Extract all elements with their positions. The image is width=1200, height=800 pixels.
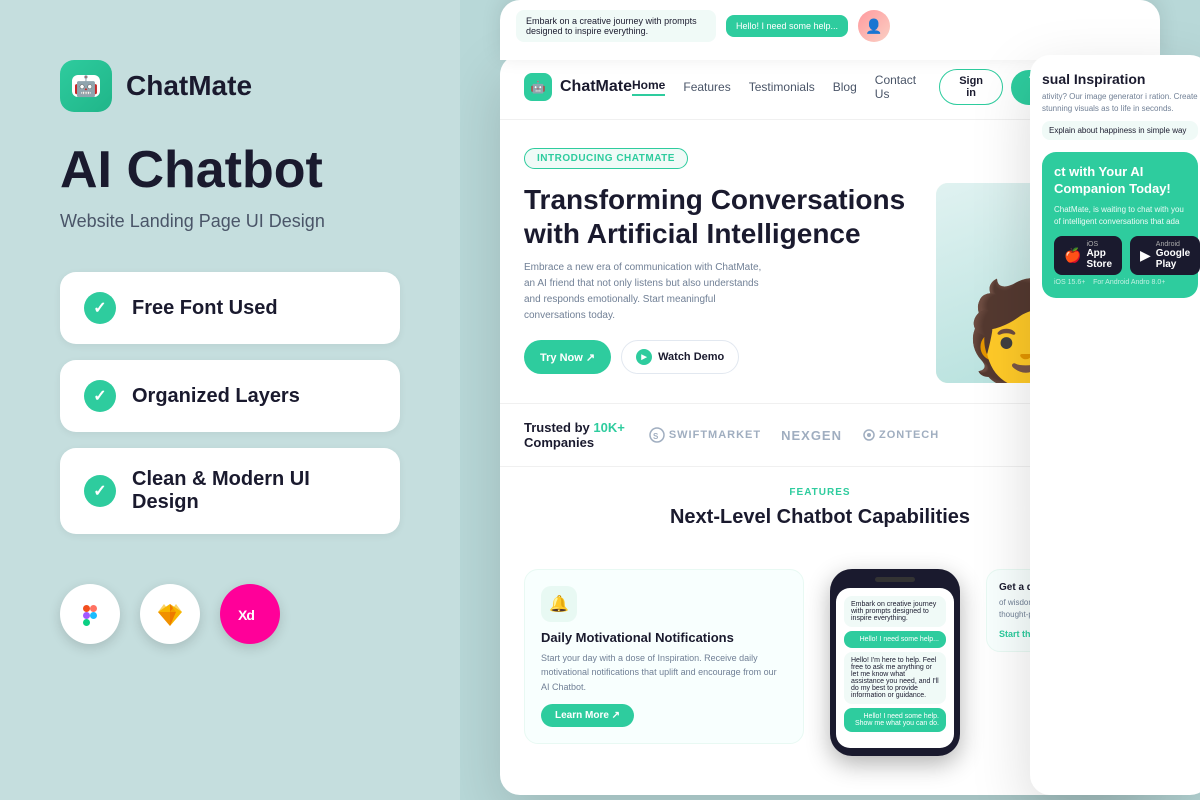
chatmate-logo-icon (60, 60, 112, 112)
android-icon: ▶ (1140, 247, 1151, 264)
chat-msg-1: Embark on creative journey with prompts … (844, 596, 946, 627)
feature-item-free-font: ✓ Free Font Used (60, 272, 400, 344)
top-bubble-2: Hello! I need some help... (726, 15, 848, 37)
hero-description: Embrace a new era of communication with … (524, 260, 764, 324)
check-icon-clean-ui: ✓ (84, 475, 116, 507)
nexgen-logo: NexGen (781, 428, 842, 443)
watch-demo-button[interactable]: ▶ Watch Demo (621, 340, 739, 374)
svg-text:S: S (653, 432, 659, 441)
feature-label-organized-layers: Organized Layers (132, 385, 300, 408)
nav-logo: 🤖 ChatMate (524, 73, 632, 101)
phone-screen: Embark on creative journey with prompts … (836, 588, 954, 748)
google-play-text: Android Google Play (1156, 241, 1190, 270)
learn-more-button[interactable]: Learn More ↗ (541, 704, 634, 727)
feature-card-title: Daily Motivational Notifications (541, 630, 787, 645)
features-badge: FEATURES (524, 487, 1116, 498)
feature-label-clean-ui: Clean & Modern UI Design (132, 468, 376, 514)
nav-links: Home Features Testimonials Blog Contact … (632, 73, 923, 101)
xd-icon: Xd (220, 584, 280, 644)
nav-link-home[interactable]: Home (632, 78, 665, 96)
feature-item-organized-layers: ✓ Organized Layers (60, 360, 400, 432)
connect-section: ct with Your AI Companion Today! ChatMat… (1042, 152, 1198, 298)
swiftmarket-logo: S SwiftMarket (649, 427, 761, 443)
user-avatar-top: 👤 (858, 10, 890, 42)
tool-icons: Xd (60, 584, 400, 644)
hero-text: Transforming Conversations with Artifici… (524, 183, 916, 374)
company-logos: S SwiftMarket NexGen ZonTech (649, 427, 939, 443)
feature-card-desc: Start your day with a dose of Inspiratio… (541, 651, 787, 694)
features-title: Next-Level Chatbot Capabilities (524, 506, 1116, 529)
phone-mockup: Embark on creative journey with prompts … (830, 569, 960, 756)
zontech-logo: ZonTech (862, 428, 939, 442)
app-store-text: iOS App Store (1086, 241, 1112, 270)
top-partial-card: Embark on a creative journey with prompt… (500, 0, 1160, 60)
nav-logo-icon: 🤖 (524, 73, 552, 101)
apple-icon: 🍎 (1064, 247, 1081, 264)
sketch-icon (140, 584, 200, 644)
visual-inspiration: sual Inspiration ativity? Our image gene… (1042, 71, 1198, 140)
hero-title: Transforming Conversations with Artifici… (524, 183, 916, 250)
google-play-badge[interactable]: ▶ Android Google Play (1130, 236, 1200, 275)
chat-msg-3: Hello! I'm here to help. Feel free to as… (844, 652, 946, 704)
nav-link-contact[interactable]: Contact Us (875, 73, 923, 101)
nav-link-features[interactable]: Features (683, 80, 730, 94)
brand-logo-area: ChatMate (60, 60, 400, 112)
feature-item-clean-ui: ✓ Clean & Modern UI Design (60, 448, 400, 534)
feature-label-free-font: Free Font Used (132, 297, 278, 320)
connect-desc: ChatMate, is waiting to chat with you of… (1054, 204, 1186, 228)
feature-list: ✓ Free Font Used ✓ Organized Layers ✓ Cl… (60, 272, 400, 534)
hero-buttons: Try Now ↗ ▶ Watch Demo (524, 340, 916, 374)
feature-card-icon: 🔔 (541, 586, 577, 622)
introducing-badge: INTRODUCING CHATMATE (524, 148, 688, 169)
phone-notch (875, 577, 915, 582)
signin-button[interactable]: Sign in (939, 69, 1004, 105)
visual-desc: ativity? Our image generator i ration. C… (1042, 91, 1198, 115)
nav-link-testimonials[interactable]: Testimonials (749, 80, 815, 94)
visual-title: sual Inspiration (1042, 71, 1198, 87)
chat-msg-2: Hello! I need some help... (844, 631, 946, 648)
app-badges: 🍎 iOS App Store ▶ Android Google Play (1054, 236, 1186, 275)
brand-name: ChatMate (126, 70, 252, 102)
left-panel: ChatMate AI Chatbot Website Landing Page… (0, 0, 460, 800)
figma-icon (60, 584, 120, 644)
nav-link-blog[interactable]: Blog (833, 80, 857, 94)
try-now-button[interactable]: Try Now ↗ (524, 340, 611, 374)
phone-mockup-area: Embark on creative journey with prompts … (820, 569, 970, 756)
visual-chat-bubble: Explain about happiness in simple way (1042, 121, 1198, 140)
trusted-text: Trusted by 10K+ Companies (524, 420, 625, 450)
svg-text:Xd: Xd (238, 607, 254, 623)
nav-brand: ChatMate (560, 78, 632, 96)
side-preview-card: sual Inspiration ativity? Our image gene… (1030, 55, 1200, 795)
side-panel-content: sual Inspiration ativity? Our image gene… (1030, 55, 1200, 326)
check-icon-free-font: ✓ (84, 292, 116, 324)
platform-versions: iOS 15.6+ For Android Andro 8.0+ (1054, 279, 1186, 286)
top-bubble-1: Embark on a creative journey with prompt… (516, 10, 716, 42)
chat-msg-4: Hello! I need some help. Show me what yo… (844, 708, 946, 732)
daily-motivation-card: 🔔 Daily Motivational Notifications Start… (524, 569, 804, 744)
main-title: AI Chatbot (60, 142, 400, 199)
play-icon: ▶ (636, 349, 652, 365)
check-icon-organized-layers: ✓ (84, 380, 116, 412)
subtitle: Website Landing Page UI Design (60, 211, 400, 232)
hero-content: Transforming Conversations with Artifici… (524, 183, 1116, 383)
connect-title: ct with Your AI Companion Today! (1054, 164, 1186, 198)
app-store-badge[interactable]: 🍎 iOS App Store (1054, 236, 1122, 275)
right-panel: Embark on a creative journey with prompt… (460, 0, 1200, 800)
